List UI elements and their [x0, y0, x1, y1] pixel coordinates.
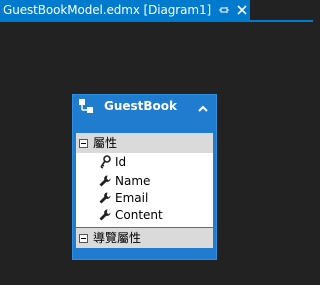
collapse-minus-icon[interactable] — [79, 233, 88, 243]
property-row-content[interactable]: Content — [98, 206, 163, 223]
pin-icon[interactable] — [217, 3, 231, 17]
entity-type-icon — [77, 97, 95, 115]
navigation-properties-section-header[interactable]: 導覽屬性 — [76, 228, 213, 248]
property-name: Name — [115, 173, 151, 188]
properties-section-header[interactable]: 屬性 — [76, 133, 213, 153]
entity-footer — [76, 248, 213, 256]
close-icon[interactable] — [235, 3, 249, 17]
wrench-icon — [98, 174, 112, 188]
document-tab-title: GuestBookModel.edmx [Diagram1] — [3, 3, 212, 17]
wrench-icon — [98, 191, 112, 205]
property-list: Id Name Email Content — [76, 153, 213, 227]
wrench-icon — [98, 208, 112, 222]
entity-title: GuestBook — [104, 99, 178, 113]
property-name: Email — [115, 190, 149, 205]
key-icon — [98, 154, 112, 169]
property-row-id[interactable]: Id — [98, 153, 126, 170]
properties-section-label: 屬性 — [93, 136, 118, 150]
property-name: Content — [115, 207, 163, 222]
chevron-up-icon[interactable] — [197, 100, 209, 112]
property-row-name[interactable]: Name — [98, 172, 150, 189]
navigation-properties-section-label: 導覽屬性 — [93, 231, 142, 245]
tab-strip-underline — [0, 20, 313, 22]
collapse-minus-icon[interactable] — [79, 138, 88, 148]
document-tab[interactable]: GuestBookModel.edmx [Diagram1] — [0, 0, 250, 20]
entity-shape-guestbook[interactable]: GuestBook 屬性 Id Name Email Content 導覽屬性 — [72, 94, 217, 260]
entity-header[interactable]: GuestBook — [73, 95, 216, 133]
property-row-email[interactable]: Email — [98, 189, 148, 206]
property-name: Id — [115, 154, 127, 169]
